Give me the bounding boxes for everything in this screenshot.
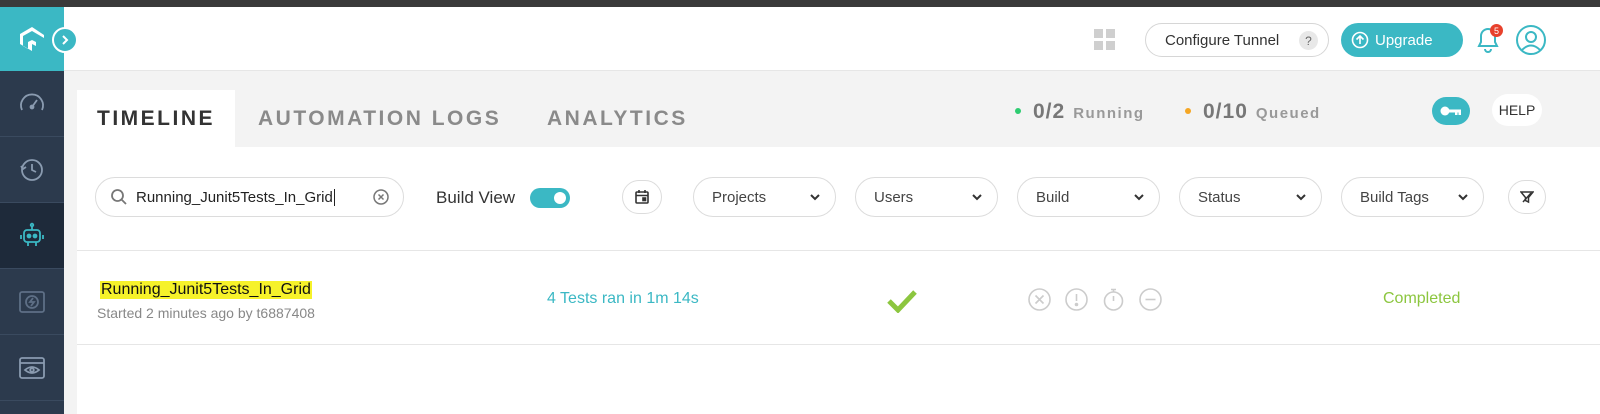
upgrade-arrow-icon (1351, 31, 1369, 49)
realtime-bolt-icon (19, 290, 45, 313)
tab-automation-logs[interactable]: AUTOMATION LOGS (258, 90, 501, 147)
queued-dot (1185, 108, 1191, 114)
sidebar-item-history[interactable] (0, 137, 64, 203)
queued-count: 0/10 (1203, 100, 1248, 123)
tabs-bar: TIMELINE AUTOMATION LOGS ANALYTICS 0/2 R… (77, 90, 1600, 147)
tests-summary-link[interactable]: 4 Tests ran in 1m 14s (547, 290, 699, 308)
running-dot (1015, 108, 1021, 114)
timeout-stopwatch-icon (1103, 288, 1124, 311)
calendar-icon (635, 190, 649, 204)
build-dropdown[interactable]: Build (1017, 177, 1160, 217)
logo-icon (20, 27, 44, 51)
test-status-icons (1027, 287, 1163, 312)
search-input[interactable]: Running_Junit5Tests_In_Grid (95, 177, 404, 217)
chevron-down-icon (1458, 194, 1468, 201)
automation-robot-icon (20, 222, 44, 246)
skipped-minus-icon (1139, 288, 1162, 311)
configure-tunnel-button[interactable]: Configure Tunnel ? (1145, 23, 1329, 57)
failed-x-icon (1028, 288, 1051, 311)
queued-label: Queued (1255, 105, 1321, 122)
search-value: Running_Junit5Tests_In_Grid (136, 188, 335, 206)
status-dropdown[interactable]: Status (1179, 177, 1322, 217)
configure-tunnel-label: Configure Tunnel (1165, 31, 1280, 49)
chevron-down-icon (810, 194, 820, 201)
user-avatar-icon[interactable] (1515, 24, 1547, 56)
sidebar (0, 7, 64, 414)
apps-grid-icon[interactable] (1094, 29, 1116, 51)
key-icon (1440, 106, 1461, 116)
table-row[interactable]: Running_Junit5Tests_In_Grid Started 2 mi… (77, 251, 1600, 345)
running-count: 0/2 (1033, 100, 1066, 123)
passed-check-icon (887, 290, 917, 313)
tab-analytics[interactable]: ANALYTICS (547, 90, 688, 147)
search-icon (111, 189, 127, 205)
chevron-down-icon (1296, 194, 1306, 201)
access-key-button[interactable] (1432, 97, 1470, 125)
queued-stat: 0/10 Queued (1185, 100, 1321, 124)
chevron-down-icon (1134, 194, 1144, 201)
build-view-label: Build View (436, 188, 516, 207)
chevron-down-icon (972, 194, 982, 201)
notification-badge: 5 (1490, 24, 1503, 37)
sidebar-item-automation[interactable] (0, 203, 64, 269)
tunnel-help-icon[interactable]: ? (1299, 31, 1318, 50)
build-dropdown-label: Build (1036, 188, 1070, 206)
advanced-filter-button[interactable] (1508, 180, 1546, 214)
date-filter-button[interactable] (622, 180, 662, 214)
running-stat: 0/2 Running (1015, 100, 1145, 124)
status-dropdown-label: Status (1198, 188, 1241, 206)
timeline-panel: Running_Junit5Tests_In_Grid Build View P… (77, 147, 1600, 414)
funnel-icon (1520, 191, 1534, 204)
build-tags-dropdown[interactable]: Build Tags (1341, 177, 1484, 217)
history-clock-icon (20, 158, 43, 181)
build-name[interactable]: Running_Junit5Tests_In_Grid (100, 281, 312, 299)
build-meta: Started 2 minutes ago by t6887408 (97, 305, 315, 321)
running-label: Running (1073, 105, 1145, 122)
chevron-right-icon (62, 35, 69, 45)
sidebar-item-visual[interactable] (0, 335, 64, 401)
filter-bar: Running_Junit5Tests_In_Grid Build View P… (77, 147, 1600, 251)
visual-eye-icon (19, 356, 45, 379)
projects-dropdown-label: Projects (712, 188, 767, 206)
dashboard-gauge-icon (20, 93, 44, 110)
help-button[interactable]: HELP (1492, 94, 1542, 126)
top-header: Configure Tunnel ? Upgrade 5 (64, 7, 1600, 71)
upgrade-button[interactable]: Upgrade (1341, 23, 1463, 57)
build-view-toggle[interactable] (530, 188, 570, 208)
error-exclamation-icon (1065, 288, 1088, 311)
users-dropdown-label: Users (874, 188, 914, 206)
projects-dropdown[interactable]: Projects (693, 177, 836, 217)
build-tags-dropdown-label: Build Tags (1360, 188, 1429, 206)
notifications-button[interactable]: 5 (1474, 24, 1504, 56)
upgrade-label: Upgrade (1375, 31, 1433, 49)
clear-search-icon[interactable] (373, 189, 389, 205)
users-dropdown[interactable]: Users (855, 177, 998, 217)
sidebar-expand-button[interactable] (52, 27, 78, 53)
build-status: Completed (1383, 290, 1461, 307)
sidebar-item-realtime[interactable] (0, 269, 64, 335)
window-top-strip (0, 0, 1600, 7)
tab-timeline[interactable]: TIMELINE (77, 90, 235, 147)
sidebar-item-dashboard[interactable] (0, 71, 64, 137)
